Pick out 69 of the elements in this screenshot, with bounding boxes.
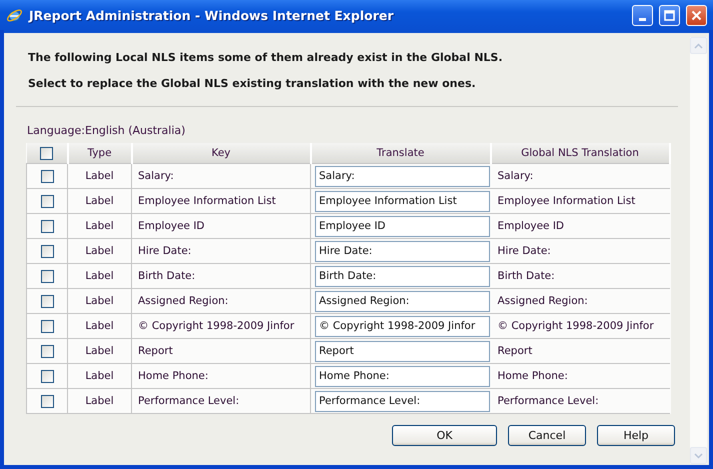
global-translation-text: Employee Information List (498, 195, 636, 207)
close-button[interactable] (686, 4, 707, 26)
translation-field[interactable]: Birth Date: (315, 266, 490, 286)
translation-field[interactable]: Performance Level: (315, 390, 490, 412)
checkbox[interactable] (40, 294, 54, 308)
key-text: Employee Information List (138, 195, 276, 207)
language-label: Language:English (Australia) (27, 124, 186, 137)
key-text: © Copyright 1998-2009 Jinfor (138, 320, 294, 332)
checkbox[interactable] (40, 270, 54, 282)
dialog-button[interactable]: OK (392, 425, 497, 446)
key-text: Performance Level: (138, 395, 240, 407)
minimize-icon (639, 18, 646, 20)
dialog-button[interactable]: Cancel (508, 425, 586, 446)
global-translation-text: Hire Date: (498, 245, 551, 257)
key-text: Report (138, 345, 173, 357)
column-header: Key (132, 143, 310, 164)
checkbox[interactable] (40, 344, 54, 358)
close-icon (691, 10, 702, 20)
translation-field[interactable]: Home Phone: (315, 366, 490, 386)
dialog-button[interactable]: Help (597, 425, 675, 446)
key-text: Employee ID (138, 220, 205, 232)
column-header: Global NLS Translation (490, 143, 670, 164)
key-text: Birth Date: (138, 270, 196, 282)
global-translation-text: Home Phone: (498, 370, 568, 382)
global-translation-text: © Copyright 1998-2009 Jinfor (498, 320, 654, 332)
checkbox[interactable] (40, 394, 54, 408)
minimize-button[interactable] (632, 4, 653, 26)
translation-field[interactable]: Employee ID (315, 216, 490, 236)
checkbox[interactable] (40, 370, 54, 382)
checkbox[interactable] (40, 170, 54, 182)
type-text: Label (85, 195, 114, 207)
global-translation-text: Assigned Region: (498, 295, 588, 307)
column-header: Type (68, 143, 132, 164)
checkbox[interactable] (40, 194, 54, 208)
key-text: Salary: (138, 170, 174, 182)
type-text: Label (85, 170, 114, 182)
translation-field[interactable]: Employee Information List (315, 190, 490, 212)
maximize-button[interactable] (659, 4, 680, 26)
maximize-icon (664, 10, 675, 20)
key-text: Hire Date: (138, 245, 192, 257)
translation-field[interactable]: © Copyright 1998-2009 Jinfor (315, 316, 490, 336)
type-text: Label (85, 395, 114, 407)
global-translation-text: Birth Date: (498, 270, 555, 282)
translation-field[interactable]: Hire Date: (315, 240, 490, 262)
checkbox[interactable] (40, 320, 54, 332)
checkbox[interactable] (40, 220, 54, 232)
key-text: Home Phone: (138, 370, 208, 382)
translation-field[interactable]: Report (315, 340, 490, 362)
column-header: Translate (310, 143, 490, 164)
browser-icon (6, 6, 23, 24)
global-translation-text: Report (498, 345, 532, 357)
instruction-text: Select to replace the Global NLS existing translation with the new ones. (27, 76, 477, 92)
type-text: Label (85, 295, 114, 307)
type-text: Label (85, 220, 114, 232)
type-text: Label (85, 270, 114, 282)
type-text: Label (85, 370, 114, 382)
global-translation-text: Performance Level: (498, 395, 599, 407)
window-title: JReport Administration - Windows Internet Explorer (29, 8, 394, 22)
translation-field[interactable]: Assigned Region: (315, 290, 490, 312)
translation-field[interactable]: Salary: (315, 166, 490, 186)
type-text: Label (85, 320, 114, 332)
instruction-text: The following Local NLS items some of them already exist in the Global NLS. (27, 50, 504, 66)
global-translation-text: Salary: (498, 170, 534, 182)
type-text: Label (85, 245, 114, 257)
checkbox[interactable] (40, 146, 53, 160)
global-translation-text: Employee ID (498, 220, 564, 232)
checkbox[interactable] (40, 244, 54, 258)
key-text: Assigned Region: (138, 295, 228, 307)
type-text: Label (85, 345, 114, 357)
